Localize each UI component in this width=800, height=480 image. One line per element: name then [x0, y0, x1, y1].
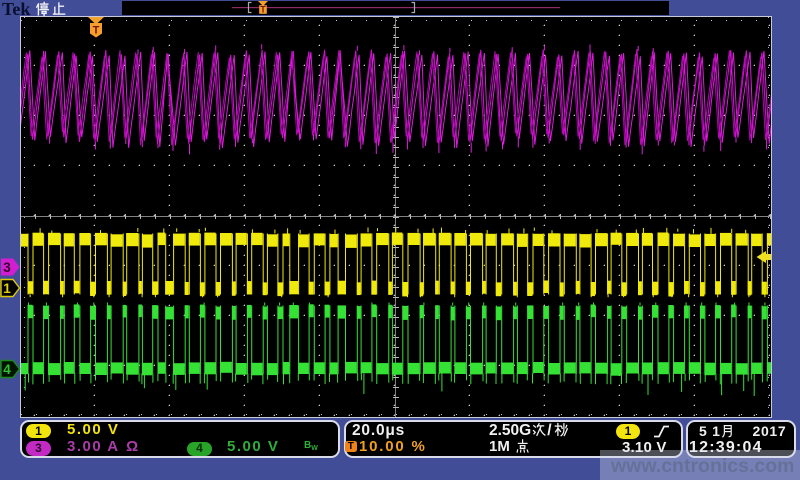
svg-text:1: 1	[3, 281, 11, 296]
svg-text:4: 4	[3, 362, 11, 377]
svg-text:3: 3	[3, 260, 11, 275]
svg-text:T: T	[93, 25, 100, 37]
